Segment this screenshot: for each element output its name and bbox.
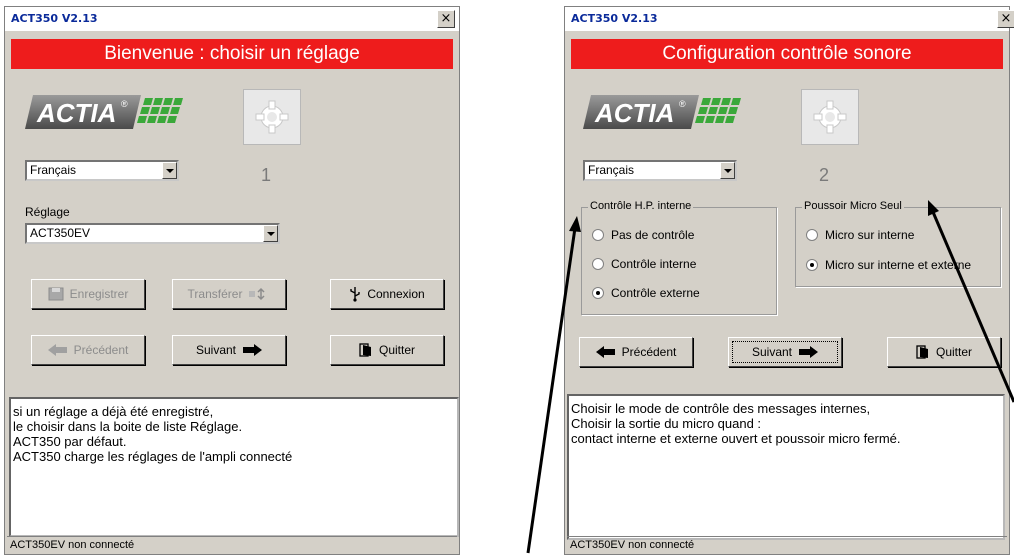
annotation-arrow-right [928, 200, 1014, 403]
annotation-arrows [526, 200, 1014, 554]
annotation-arrow-left [526, 216, 581, 554]
